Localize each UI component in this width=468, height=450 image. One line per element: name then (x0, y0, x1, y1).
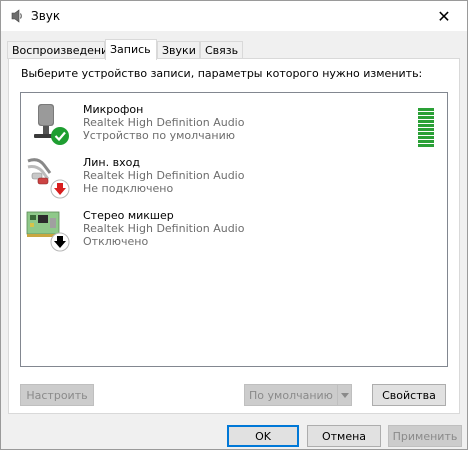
device-name: Микрофон (83, 103, 144, 116)
level-bar (418, 124, 434, 127)
tab-playback[interactable]: Воспроизведение (7, 41, 115, 59)
list-item[interactable]: Микрофон Realtek High Definition Audio У… (21, 97, 441, 147)
stereo-mixer-icon (26, 211, 70, 252)
level-bar (418, 108, 434, 111)
tab-recording[interactable]: Запись (105, 39, 157, 60)
level-bar (418, 144, 434, 147)
chevron-down-icon (340, 392, 349, 398)
device-driver: Realtek High Definition Audio (83, 222, 245, 235)
device-driver: Realtek High Definition Audio (83, 116, 245, 129)
level-bar (418, 136, 434, 139)
cancel-button[interactable]: Отмена (307, 425, 381, 447)
ok-button[interactable]: OK (227, 425, 299, 447)
device-status: Устройство по умолчанию (83, 129, 236, 142)
device-status: Не подключено (83, 182, 174, 195)
list-item[interactable]: Стерео микшер Realtek High Definition Au… (21, 203, 441, 253)
device-driver: Realtek High Definition Audio (83, 169, 245, 182)
line-in-icon (27, 158, 70, 199)
close-button[interactable]: ✕ (421, 1, 467, 31)
level-bar (418, 128, 434, 131)
level-bar (418, 132, 434, 135)
list-item[interactable]: Лин. вход Realtek High Definition Audio … (21, 150, 441, 200)
configure-button[interactable]: Настроить (20, 384, 94, 406)
tab-communications[interactable]: Связь (200, 41, 243, 59)
instruction-text: Выберите устройство записи, параметры ко… (21, 67, 423, 80)
device-name: Лин. вход (83, 156, 140, 169)
check-badge-icon (51, 127, 69, 145)
level-bar (418, 112, 434, 115)
device-name: Стерео микшер (83, 209, 174, 222)
device-status: Отключено (83, 235, 149, 248)
apply-button[interactable]: Применить (388, 425, 462, 447)
close-icon: ✕ (437, 6, 451, 26)
title-bar: Звук ✕ (1, 1, 467, 31)
device-list[interactable]: Микрофон Realtek High Definition Audio У… (20, 92, 448, 367)
microphone-icon (34, 104, 69, 145)
recording-panel: Выберите устройство записи, параметры ко… (8, 58, 460, 414)
level-bar (418, 140, 434, 143)
sound-dialog: Звук ✕ Воспроизведение Запись Звуки Связ… (0, 0, 468, 450)
properties-button[interactable]: Свойства (372, 384, 446, 406)
level-meter (418, 108, 436, 150)
level-bar (418, 116, 434, 119)
set-default-button[interactable]: По умолчанию (244, 384, 338, 406)
set-default-dropdown-button[interactable] (337, 384, 352, 406)
level-bar (418, 120, 434, 123)
speaker-icon (11, 9, 22, 23)
window-title: Звук (31, 9, 61, 23)
tab-sounds[interactable]: Звуки (157, 41, 200, 59)
